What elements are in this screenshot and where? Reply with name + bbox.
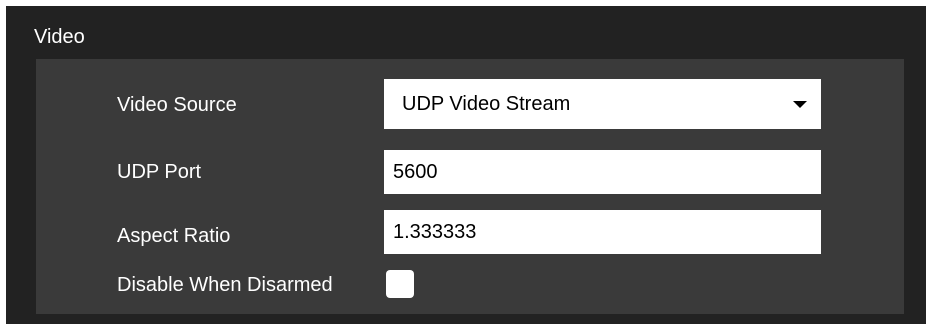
aspect-ratio-value: 1.333333 [393, 221, 477, 243]
video-source-selected-value: UDP Video Stream [402, 93, 571, 115]
caret-down-icon[interactable] [793, 101, 807, 108]
aspect-ratio-field[interactable]: 1.333333 [384, 210, 821, 254]
video-source-label: Video Source [117, 94, 237, 116]
disable-when-disarmed-label: Disable When Disarmed [117, 274, 333, 296]
video-source-dropdown[interactable]: UDP Video Stream [384, 79, 821, 129]
udp-port-value: 5600 [393, 161, 438, 183]
disable-when-disarmed-checkbox[interactable] [386, 270, 414, 298]
udp-port-label: UDP Port [117, 161, 202, 183]
section-title: Video [34, 26, 85, 48]
aspect-ratio-label: Aspect Ratio [117, 225, 231, 247]
udp-port-field[interactable]: 5600 [384, 150, 821, 194]
